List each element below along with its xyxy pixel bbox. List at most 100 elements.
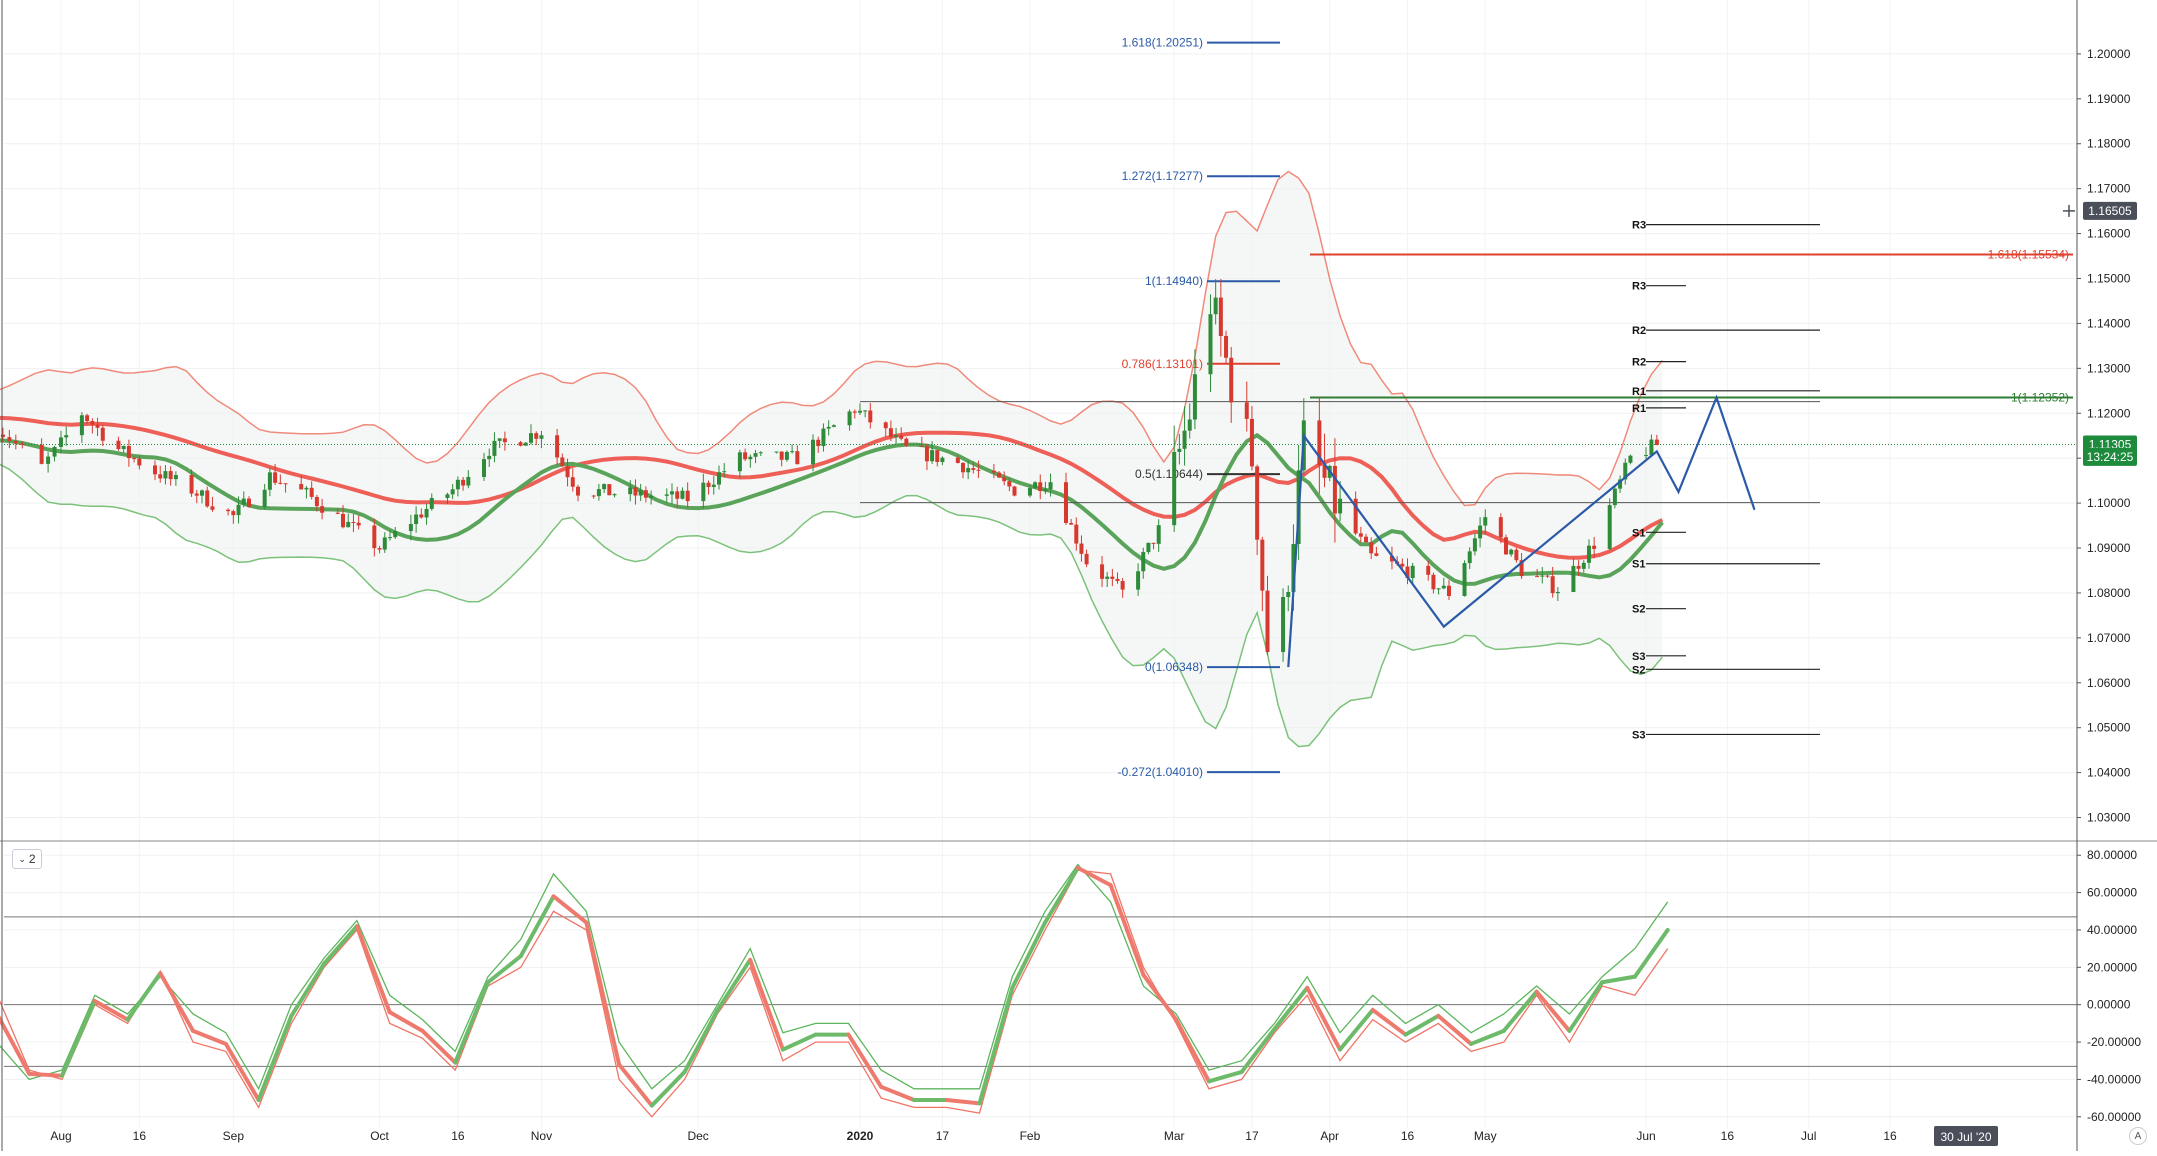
chart-area[interactable]: 1.618(1.20251) 1.272(1.17277) 1(1.14940) 0.… xyxy=(0,0,2157,1151)
candle-body xyxy=(784,451,789,460)
candle-body xyxy=(1110,576,1115,579)
candle-body xyxy=(1644,455,1648,457)
candle-body xyxy=(1156,525,1161,544)
candle-body xyxy=(753,453,758,457)
candle-body xyxy=(904,438,909,446)
oscillator-main-segment xyxy=(649,1069,687,1108)
y-tick-label: 1.07000 xyxy=(2087,631,2131,645)
candle-body xyxy=(1146,542,1151,553)
candle-body xyxy=(304,487,309,490)
candle-body xyxy=(482,459,486,477)
candle-body xyxy=(273,472,278,483)
candle-body xyxy=(382,537,387,550)
candle-body xyxy=(1426,565,1431,575)
price-badge-label: 13:24:25 xyxy=(2087,450,2134,464)
candle-body xyxy=(899,435,904,439)
candle-body xyxy=(1576,565,1581,569)
candle-body xyxy=(1535,576,1540,578)
candle-body xyxy=(39,444,44,464)
candle-body xyxy=(1483,517,1488,526)
y-tick-label: 1.18000 xyxy=(2087,137,2131,151)
candle-body xyxy=(565,466,570,478)
x-tick-label: Dec xyxy=(687,1129,708,1143)
candle-body xyxy=(518,442,523,446)
candle-body xyxy=(1002,477,1007,482)
osc-y-tick-label: 20.00000 xyxy=(2087,960,2137,974)
x-tick-label: Jul xyxy=(1801,1129,1816,1143)
candle-body xyxy=(262,489,267,507)
candle-body xyxy=(121,445,126,450)
candle-body xyxy=(445,494,450,499)
candle-body xyxy=(795,451,800,465)
candle-body xyxy=(1172,451,1177,526)
y-tick-label: 1.13000 xyxy=(2087,361,2131,375)
candle-body xyxy=(1462,563,1467,596)
candle-body xyxy=(1441,585,1446,589)
candle-body xyxy=(1592,545,1597,549)
candle-body xyxy=(1436,588,1441,590)
pivot-label: S2 xyxy=(1632,664,1645,676)
candle-body xyxy=(377,548,382,550)
candle-body xyxy=(356,522,361,526)
candle-body xyxy=(930,450,935,462)
candle-body xyxy=(1027,488,1032,496)
candle-body xyxy=(200,490,204,496)
candle-body xyxy=(137,458,142,466)
candle-body xyxy=(971,468,976,470)
oscillator-series-line xyxy=(0,863,1669,1091)
y-tick-label: 1.06000 xyxy=(2087,676,2131,690)
pivot-label: R3 xyxy=(1632,281,1646,293)
candle-body xyxy=(831,425,836,427)
candle-body xyxy=(628,487,633,495)
y-tick-label: 1.16000 xyxy=(2087,227,2131,241)
candle-body xyxy=(1224,335,1229,358)
x-tick-label: Sep xyxy=(223,1129,245,1143)
candle-body xyxy=(335,512,340,514)
axes-layer: 1.03000 1.04000 1.05000 1.06000 1.07000 1.080… xyxy=(1,0,2141,1151)
candle-body xyxy=(1084,553,1089,565)
candle-body xyxy=(1048,482,1053,490)
candle-body xyxy=(852,411,857,413)
candle-body xyxy=(1079,543,1084,554)
candle-body xyxy=(737,452,742,472)
candle-body xyxy=(858,410,862,413)
candle-body xyxy=(372,525,377,549)
candle-body xyxy=(309,487,314,497)
y-tick-label: 1.12000 xyxy=(2087,406,2131,420)
candle-body xyxy=(1074,524,1079,544)
candle-body xyxy=(52,446,57,457)
candle-body xyxy=(1472,538,1477,552)
candle-body xyxy=(1115,578,1120,582)
y-tick-label: 1.05000 xyxy=(2087,721,2131,735)
candle-body xyxy=(85,415,90,422)
candle-body xyxy=(1265,590,1270,653)
x-tick-label: 17 xyxy=(1245,1129,1259,1143)
x-tick-label: 17 xyxy=(936,1129,950,1143)
candle-body xyxy=(612,494,617,496)
auto-scale-button[interactable]: A xyxy=(2129,1127,2147,1145)
oscillator-main-segment xyxy=(1338,1007,1375,1052)
candle-body xyxy=(955,457,960,463)
oscillator-main-segment xyxy=(584,920,622,1067)
candle-body xyxy=(602,484,607,490)
candle-body xyxy=(1369,542,1374,554)
indicator-collapse-button[interactable]: ⌄ 2 xyxy=(12,849,42,869)
candle-body xyxy=(649,495,654,498)
candle-body xyxy=(90,421,95,425)
candle-body xyxy=(779,451,784,460)
candle-body xyxy=(320,506,325,513)
pivot-label: R2 xyxy=(1632,357,1646,369)
candle-body xyxy=(241,498,246,505)
candle-body xyxy=(523,442,528,446)
candle-body xyxy=(919,445,924,447)
candle-body xyxy=(706,482,711,488)
candle-body xyxy=(576,486,580,496)
x-tick-label: Apr xyxy=(1320,1129,1339,1143)
candle-body xyxy=(701,482,706,502)
oscillator-main-segment xyxy=(682,1008,720,1074)
oscillator-main-segment xyxy=(387,1010,425,1033)
candle-body xyxy=(1509,549,1514,555)
extension-label: 1(1.12352) xyxy=(2011,390,2069,404)
oscillator-layer xyxy=(0,840,2157,1118)
candle-body xyxy=(46,456,51,464)
